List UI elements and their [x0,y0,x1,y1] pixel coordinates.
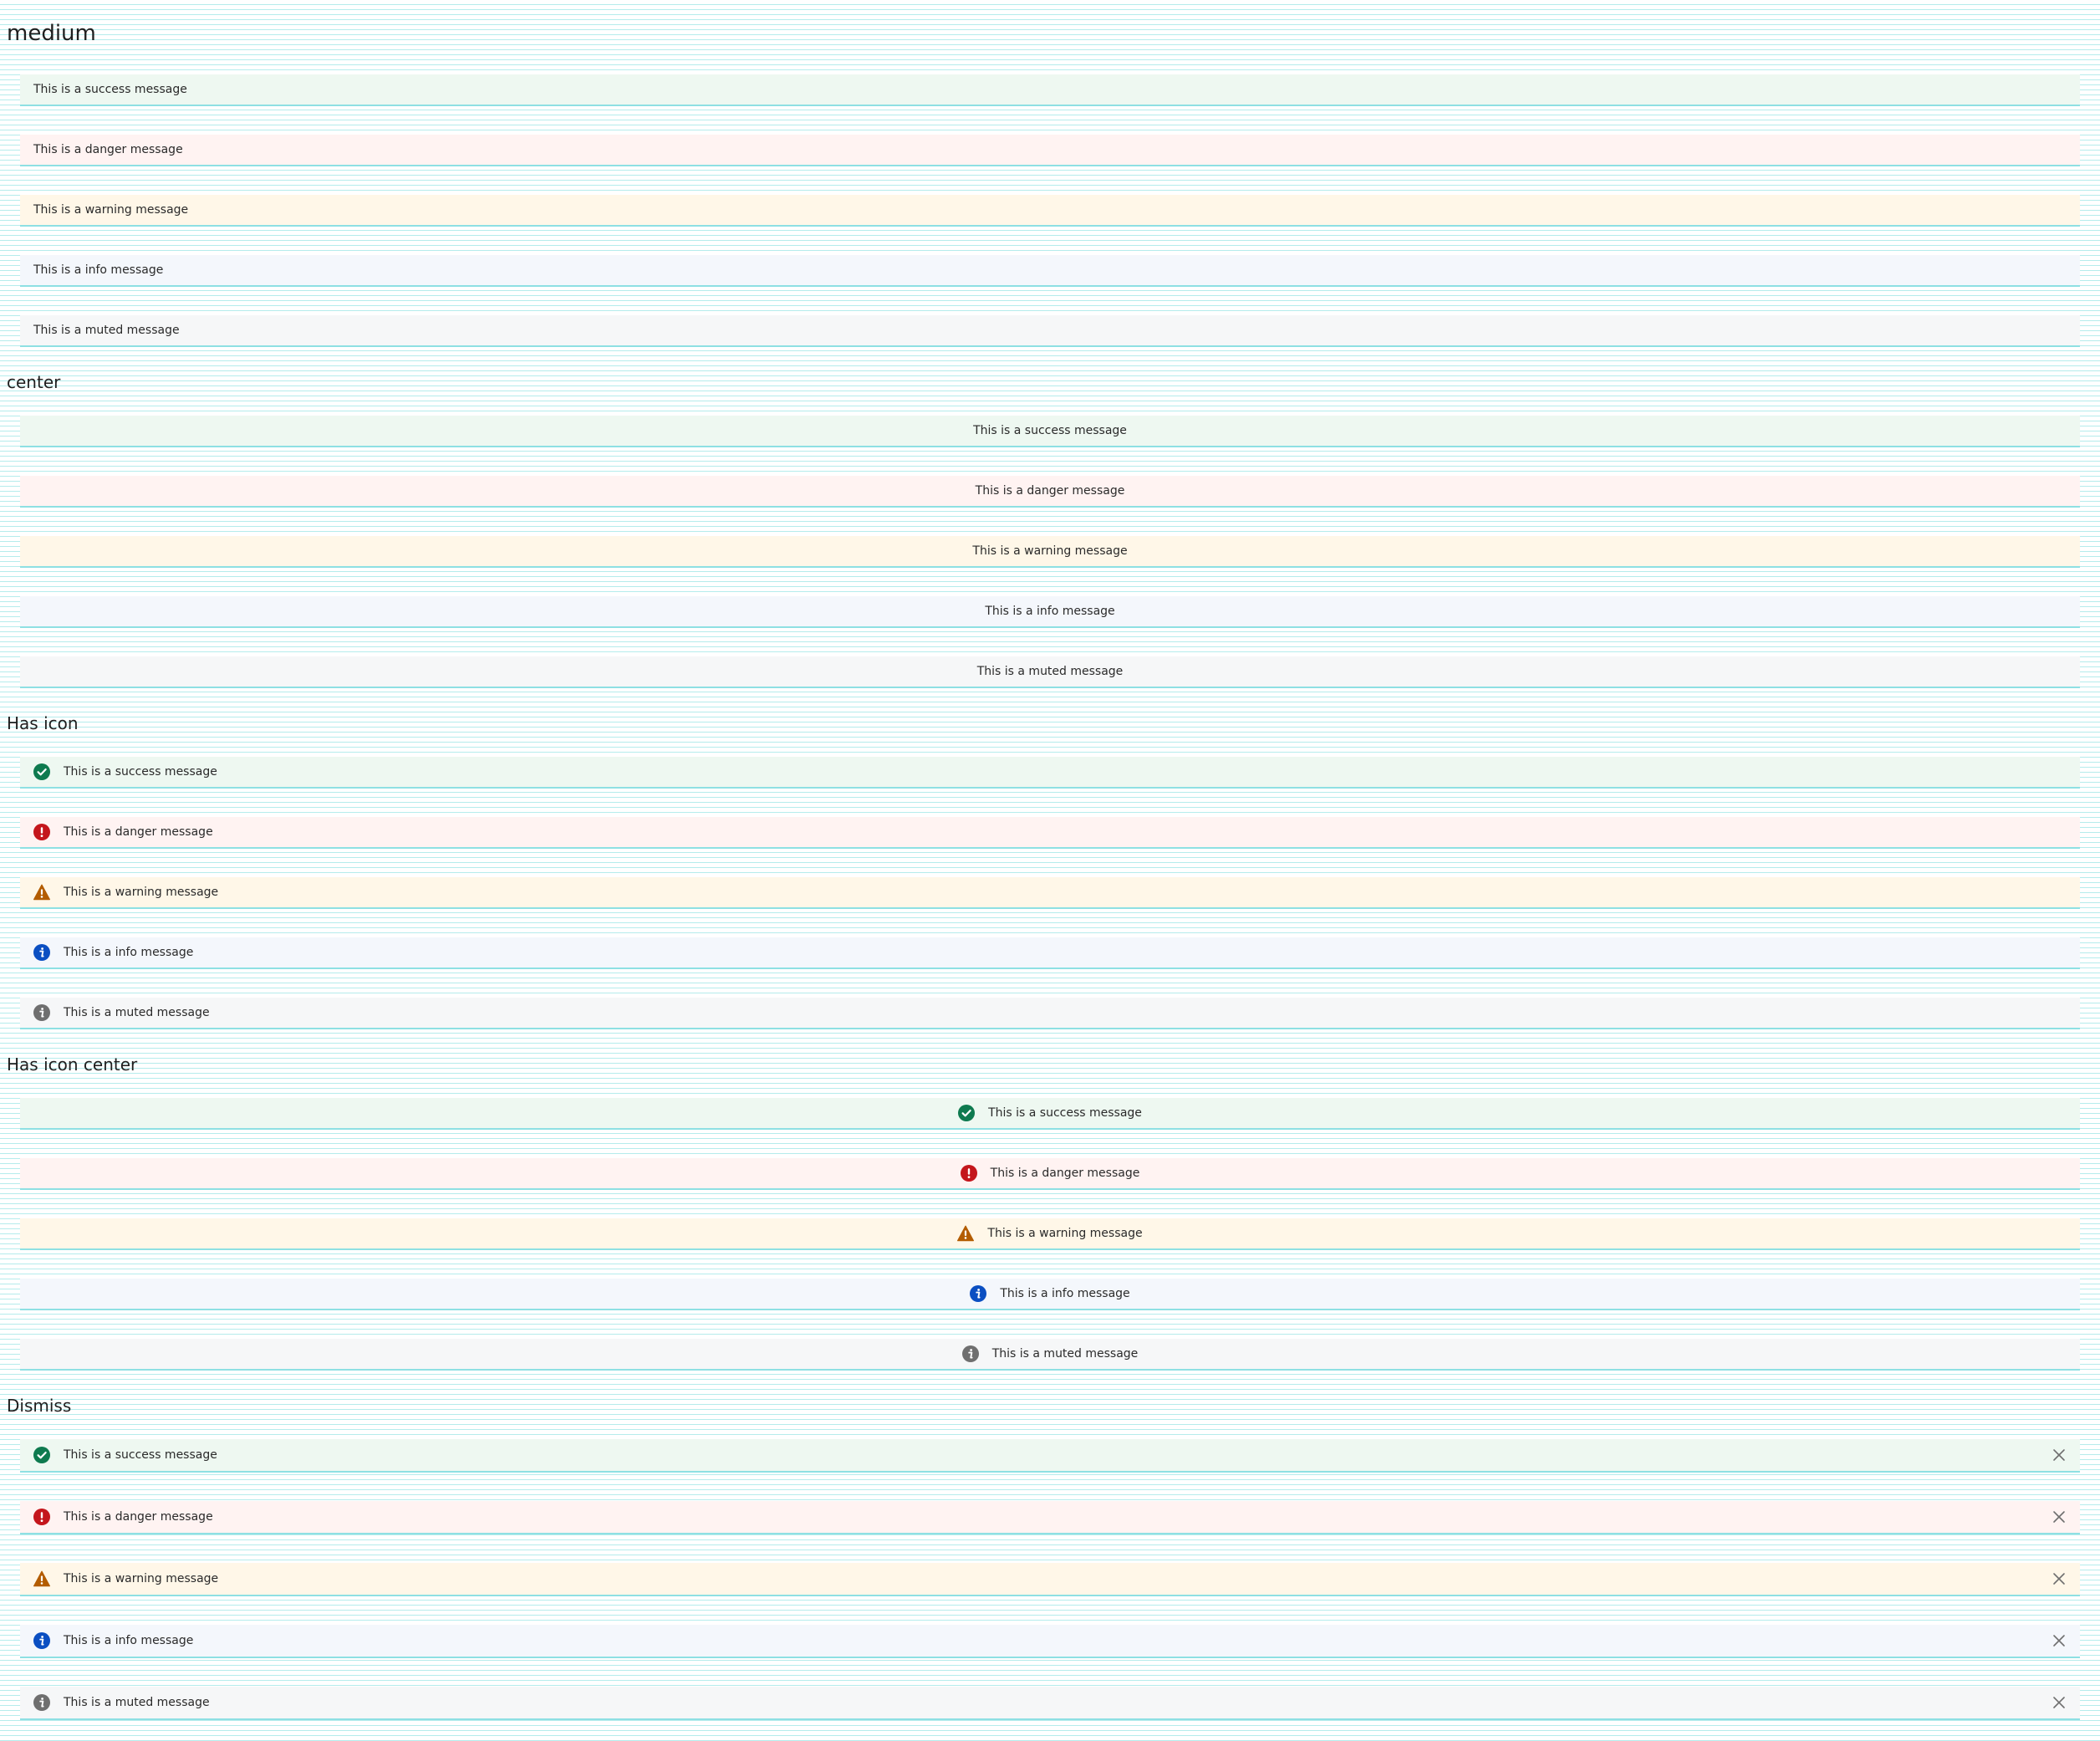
message-info: This is a info message [20,937,2080,969]
message-warning: This is a warning message [20,195,2080,227]
message-text: This is a success message [988,1106,1142,1120]
message-danger: This is a danger message [20,1501,2080,1534]
section-title-center: center [7,372,61,392]
message-text: This is a info message [985,605,1115,618]
warning-triangle-icon [33,1570,50,1587]
message-text: This is a info message [64,946,194,959]
message-text: This is a danger message [64,1510,213,1524]
message-info: This is a info message [20,596,2080,628]
message-text: This is a warning message [972,544,1128,558]
message-warning: This is a warning message [20,1218,2080,1250]
message-text: This is a warning message [64,886,219,899]
exclamation-circle-icon [961,1165,977,1182]
info-circle-icon [33,1694,50,1711]
message-muted: This is a muted message [20,1339,2080,1371]
message-text: This is a muted message [991,1347,1139,1361]
message-text: This is a warning message [987,1227,1143,1240]
check-circle-icon [958,1105,975,1121]
message-danger: This is a danger message [20,476,2080,508]
message-danger: This is a danger message [20,1158,2080,1190]
message-text: This is a muted message [33,324,180,337]
info-circle-icon [33,1004,50,1021]
message-muted: This is a muted message [20,315,2080,347]
message-success: This is a success message [20,74,2080,106]
info-circle-icon [33,944,50,961]
message-text: This is a danger message [64,825,213,839]
exclamation-circle-icon [33,1509,50,1525]
message-warning: This is a warning message [20,536,2080,568]
message-danger: This is a danger message [20,817,2080,849]
warning-triangle-icon [33,884,50,901]
message-warning: This is a warning message [20,877,2080,909]
check-circle-icon [33,763,50,780]
close-icon[interactable] [2052,1447,2067,1463]
section-title-medium: medium [7,21,96,46]
message-text: This is a info message [64,1634,194,1647]
info-circle-icon [970,1285,986,1302]
message-success: This is a success message [20,1439,2080,1473]
message-text: This is a info message [33,263,164,277]
message-success: This is a success message [20,1098,2080,1130]
message-text: This is a success message [973,424,1127,437]
warning-triangle-icon [957,1225,974,1242]
section-title-dismiss: Dismiss [7,1396,72,1416]
section-title-has-icon: Has icon [7,713,79,733]
message-text: This is a muted message [64,1006,210,1019]
close-icon[interactable] [2052,1571,2067,1586]
close-icon[interactable] [2052,1695,2067,1710]
message-text: This is a success message [64,765,217,779]
message-success: This is a success message [20,416,2080,447]
message-text: This is a danger message [990,1167,1140,1180]
message-text: This is a danger message [33,143,183,156]
message-text: This is a muted message [976,665,1124,678]
message-success: This is a success message [20,757,2080,789]
check-circle-icon [33,1447,50,1463]
message-text: This is a muted message [64,1696,210,1709]
message-warning: This is a warning message [20,1563,2080,1596]
message-text: This is a info message [1000,1287,1130,1300]
close-icon[interactable] [2052,1633,2067,1648]
message-text: This is a warning message [33,203,189,217]
section-title-has-icon-center: Has icon center [7,1054,138,1075]
message-danger: This is a danger message [20,135,2080,166]
close-icon[interactable] [2052,1509,2067,1524]
message-info: This is a info message [20,255,2080,287]
message-info: This is a info message [20,1279,2080,1310]
message-muted: This is a muted message [20,1687,2080,1720]
info-circle-icon [33,1632,50,1649]
message-text: This is a warning message [64,1572,219,1585]
message-muted: This is a muted message [20,656,2080,688]
message-info: This is a info message [20,1625,2080,1658]
message-text: This is a success message [33,83,187,96]
message-text: This is a danger message [975,484,1125,498]
message-text: This is a success message [64,1448,217,1462]
exclamation-circle-icon [33,824,50,840]
message-muted: This is a muted message [20,998,2080,1029]
info-circle-icon [962,1345,979,1362]
